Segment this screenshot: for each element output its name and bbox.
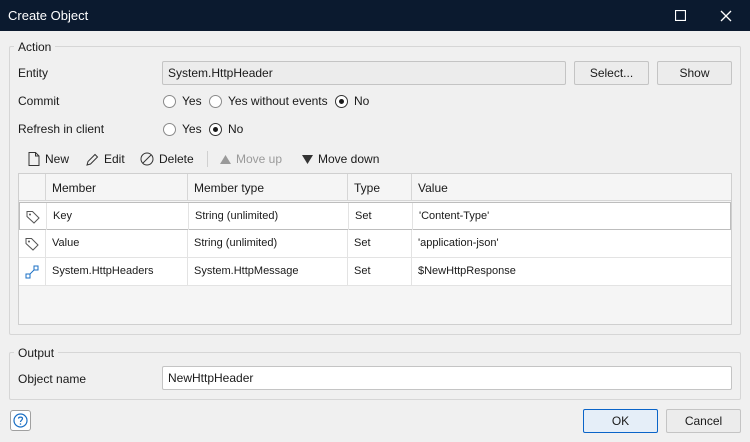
table-row[interactable]: Key String (unlimited) Set 'Content-Type… xyxy=(19,202,731,230)
object-name-field[interactable]: NewHttpHeader xyxy=(162,366,732,390)
tag-icon xyxy=(20,203,46,230)
value-cell: $NewHttpResponse xyxy=(411,258,731,285)
toolbar-divider xyxy=(207,151,208,167)
commit-yes-label: Yes xyxy=(182,94,202,108)
title-bar: Create Object xyxy=(0,0,750,31)
triangle-up-icon xyxy=(220,154,231,164)
radio-indicator xyxy=(163,94,176,108)
move-down-label: Move down xyxy=(318,152,380,166)
output-group-label: Output xyxy=(14,346,59,360)
table-row[interactable]: Value String (unlimited) Set 'applicatio… xyxy=(19,230,731,258)
triangle-down-icon xyxy=(302,154,313,164)
edit-button[interactable]: Edit xyxy=(86,151,125,167)
edit-label: Edit xyxy=(104,152,125,166)
type-cell: Set xyxy=(347,230,411,257)
move-down-button[interactable]: Move down xyxy=(302,151,379,167)
member-type-cell: String (unlimited) xyxy=(187,230,347,257)
commit-yes-without-events-label: Yes without events xyxy=(228,94,328,108)
commit-no-label: No xyxy=(354,94,370,108)
new-label: New xyxy=(45,152,70,166)
value-cell: 'Content-Type' xyxy=(412,203,732,230)
radio-indicator xyxy=(163,122,176,136)
column-header-value[interactable]: Value xyxy=(411,174,731,201)
window-title: Create Object xyxy=(8,8,89,23)
delete-label: Delete xyxy=(159,152,194,166)
radio-indicator xyxy=(209,94,222,108)
new-button[interactable]: New xyxy=(28,151,69,167)
tag-icon xyxy=(19,230,45,257)
value-cell: 'application-json' xyxy=(411,230,731,257)
refresh-in-client-label: Refresh in client xyxy=(18,122,105,136)
action-group-label: Action xyxy=(14,40,56,54)
refresh-yes-label: Yes xyxy=(182,122,202,136)
move-up-button[interactable]: Move up xyxy=(220,151,282,167)
close-button[interactable] xyxy=(703,0,749,31)
move-up-label: Move up xyxy=(236,152,283,166)
grid-header: Member Member type Type Value xyxy=(19,174,731,201)
select-button[interactable]: Select... xyxy=(574,61,649,85)
object-name-label: Object name xyxy=(18,372,87,386)
show-button[interactable]: Show xyxy=(657,61,732,85)
member-type-cell: System.HttpMessage xyxy=(187,258,347,285)
refresh-no-label: No xyxy=(228,122,244,136)
column-header-member-type[interactable]: Member type xyxy=(187,174,347,201)
refresh-no-radio[interactable]: No xyxy=(209,122,243,136)
type-cell: Set xyxy=(348,203,412,230)
column-header-type[interactable]: Type xyxy=(347,174,411,201)
type-cell: Set xyxy=(347,258,411,285)
maximize-icon xyxy=(674,10,686,21)
delete-button[interactable]: Delete xyxy=(140,151,194,167)
maximize-button[interactable] xyxy=(657,0,703,31)
commit-yes-radio[interactable]: Yes xyxy=(163,94,202,108)
member-cell: System.HttpHeaders xyxy=(45,258,187,285)
members-grid: Member Member type Type Value Key String… xyxy=(18,173,732,325)
commit-label: Commit xyxy=(18,94,60,108)
table-row[interactable]: System.HttpHeaders System.HttpMessage Se… xyxy=(19,258,731,286)
cancel-button[interactable]: Cancel xyxy=(666,409,741,433)
column-header-member[interactable]: Member xyxy=(45,174,187,201)
association-icon xyxy=(19,258,45,285)
ok-button[interactable]: OK xyxy=(583,409,658,433)
pencil-icon xyxy=(86,153,99,166)
radio-indicator xyxy=(335,94,348,108)
new-document-icon xyxy=(28,152,40,166)
entity-label: Entity xyxy=(18,66,49,80)
delete-icon xyxy=(140,152,154,166)
member-cell: Value xyxy=(45,230,187,257)
radio-indicator xyxy=(209,122,222,136)
commit-yes-without-events-radio[interactable]: Yes without events xyxy=(209,94,328,108)
help-button[interactable] xyxy=(10,410,31,431)
member-cell: Key xyxy=(46,203,188,230)
member-type-cell: String (unlimited) xyxy=(188,203,348,230)
commit-no-radio[interactable]: No xyxy=(335,94,369,108)
close-icon xyxy=(720,10,732,21)
help-icon xyxy=(13,413,28,428)
entity-field[interactable]: System.HttpHeader xyxy=(162,61,566,85)
refresh-yes-radio[interactable]: Yes xyxy=(163,122,202,136)
